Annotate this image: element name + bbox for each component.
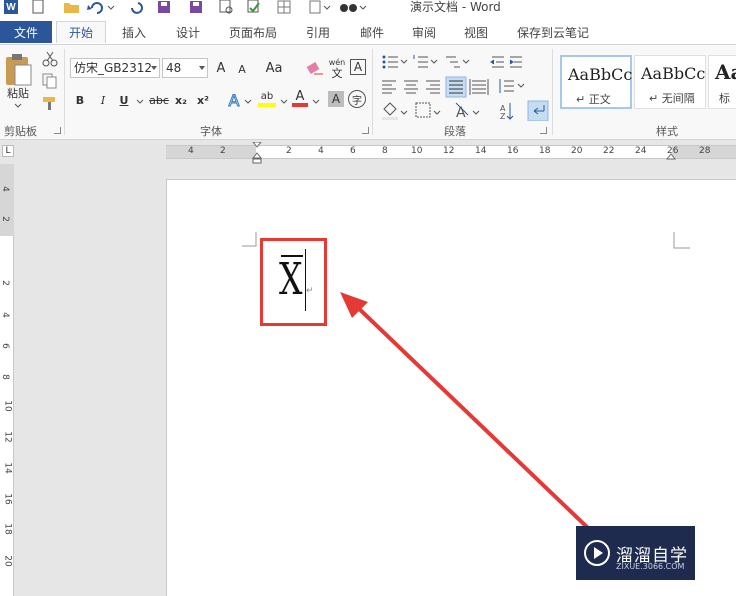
annotation-arrow <box>340 292 590 530</box>
watermark-subtext: ZIXUE.3066.COM <box>616 562 685 571</box>
play-icon <box>584 540 610 566</box>
watermark-logo: 溜溜自学 ZIXUE.3066.COM <box>576 526 695 580</box>
